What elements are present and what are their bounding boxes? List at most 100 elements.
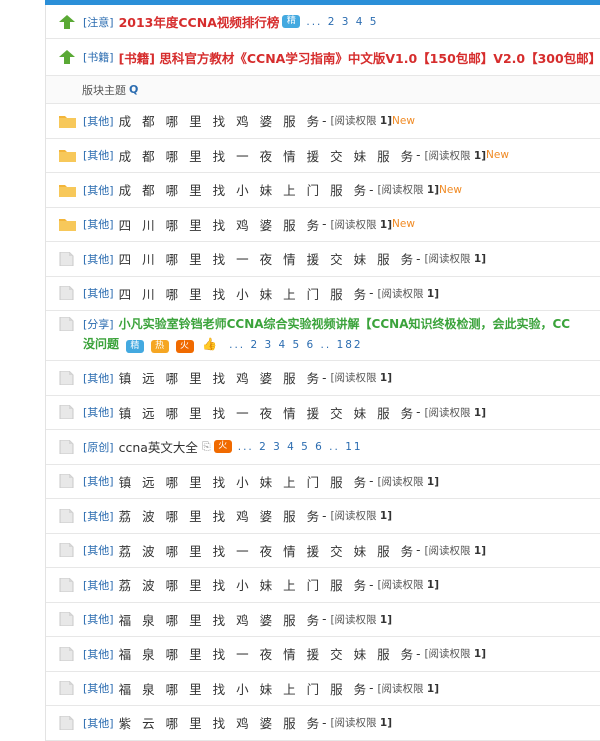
thread-row[interactable]: [其他] 四川哪里找鸡婆服务 - [阅读权限 1] New [46,208,600,242]
thread-row[interactable]: [其他] 福泉哪里找鸡婆服务 - [阅读权限 1] [46,603,600,637]
read-permission: [阅读权限 1] [330,115,392,128]
thread-row[interactable]: [原创] ccna英文大全 ⎘ 火 ... 2 3 4 5 6 .. 11 [46,430,600,465]
thread-row[interactable]: [其他] 四川哪里找小妹上门服务 - [阅读权限 1] [46,277,600,311]
thread-title[interactable]: 紫云哪里找鸡婆服务 [119,713,331,732]
document-icon [59,405,76,420]
new-badge: New [486,149,509,162]
thread-category[interactable]: [其他] [83,285,114,301]
thread-category[interactable]: [其他] [83,611,114,627]
thread-row[interactable]: [其他] 福泉哪里找小妹上门服务 - [阅读权限 1] [46,672,600,706]
page-links[interactable]: ... 2 3 4 5 [306,16,378,28]
read-permission: [阅读权限 1] [424,648,486,661]
title-separator: - [369,681,374,696]
thread-title[interactable]: 福泉哪里找一夜情援交妹服务 [119,644,425,663]
thread-category[interactable]: [原创] [83,439,114,455]
thread-title[interactable]: 小凡实验室铃铛老师CCNA综合实验视频讲解【CCNA知识终极检测，会此实验，CC [119,317,571,331]
read-permission: [阅读权限 1] [330,218,392,231]
digest-badge: 精 [282,15,301,28]
thread-title[interactable]: [书籍] 思科官方教材《CCNA学习指南》中文版V1.0【150包邮】V2.0【… [119,48,600,67]
thread-title[interactable]: 成都哪里找小妹上门服务 [119,180,378,199]
thread-title[interactable]: 四川哪里找小妹上门服务 [119,284,378,303]
folder-new-icon [59,217,76,232]
thread-title[interactable]: 福泉哪里找鸡婆服务 [119,610,331,629]
thread-title[interactable]: 荔波哪里找一夜情援交妹服务 [119,541,425,560]
document-icon [59,251,76,266]
thread-category[interactable]: [其他] [83,251,114,267]
thread-category[interactable]: [注意] [83,14,114,30]
thread-row[interactable]: [其他] 紫云哪里找鸡婆服务 - [阅读权限 1] [46,706,600,741]
thread-row[interactable]: [其他] 镇远哪里找小妹上门服务 - [阅读权限 1] [46,465,600,499]
thread-title[interactable]: 荔波哪里找鸡婆服务 [119,506,331,525]
document-icon [59,715,76,730]
thread-row[interactable]: [其他] 镇远哪里找一夜情援交妹服务 - [阅读权限 1] [46,396,600,430]
thread-title[interactable]: 四川哪里找鸡婆服务 [119,215,331,234]
search-icon[interactable]: Q [129,83,138,96]
read-permission: [阅读权限 1] [424,149,486,162]
thread-category[interactable]: [其他] [83,577,114,593]
thread-row[interactable]: [其他] 镇远哪里找鸡婆服务 - [阅读权限 1] [46,361,600,396]
hot-badge: 热 [150,340,169,353]
pin-up-icon [59,14,76,29]
document-icon [59,646,76,661]
thread-title[interactable]: 福泉哪里找小妹上门服务 [119,679,378,698]
sticky-thread-row[interactable]: [书籍] [书籍] 思科官方教材《CCNA学习指南》中文版V1.0【150包邮】… [46,39,600,76]
thread-category[interactable]: [其他] [83,646,114,662]
thread-title[interactable]: 四川哪里找一夜情援交妹服务 [119,249,425,268]
title-separator: - [322,217,327,232]
thread-list: [注意] 2013年度CCNA视频排行榜 精 ... 2 3 4 5 [书籍] … [45,5,600,741]
section-label: 版块主题 [82,83,126,97]
thread-category[interactable]: [其他] [83,404,114,420]
thread-category[interactable]: [其他] [83,370,114,386]
thread-title[interactable]: 镇远哪里找一夜情援交妹服务 [119,403,425,422]
title-separator: - [369,286,374,301]
thread-row[interactable]: [其他] 成都哪里找鸡婆服务 - [阅读权限 1] New [46,104,600,139]
read-permission: [阅读权限 1] [377,184,439,197]
read-permission: [阅读权限 1] [424,406,486,419]
thread-title-continued[interactable]: 没问题 [83,337,119,351]
title-separator: - [322,113,327,128]
pin-up-icon [59,50,76,64]
title-separator: - [369,577,374,592]
thread-row[interactable]: [其他] 荔波哪里找鸡婆服务 - [阅读权限 1] [46,499,600,534]
page-links[interactable]: ... 2 3 4 5 6 .. 11 [238,441,363,453]
thread-title[interactable]: 荔波哪里找小妹上门服务 [119,575,378,594]
title-separator: - [416,646,421,661]
thread-row[interactable]: [其他] 四川哪里找一夜情援交妹服务 - [阅读权限 1] [46,242,600,277]
thread-title[interactable]: 镇远哪里找鸡婆服务 [119,368,331,387]
folder-new-icon [59,148,76,163]
document-icon [59,286,76,301]
thread-category[interactable]: [分享] [83,318,114,331]
title-separator: - [416,148,421,163]
thread-row[interactable]: [其他] 成都哪里找一夜情援交妹服务 - [阅读权限 1] New [46,139,600,173]
sticky-thread-row[interactable]: [注意] 2013年度CCNA视频排行榜 精 ... 2 3 4 5 [46,5,600,39]
thread-category[interactable]: [其他] [83,715,114,731]
thread-row[interactable]: [其他] 荔波哪里找一夜情援交妹服务 - [阅读权限 1] [46,534,600,568]
thread-title[interactable]: 2013年度CCNA视频排行榜 [119,12,280,31]
thread-category[interactable]: [其他] [83,216,114,232]
new-badge: New [439,183,462,196]
page-links[interactable]: ... 2 3 4 5 6 .. 182 [229,339,363,351]
thread-category[interactable]: [其他] [83,473,114,489]
thread-category[interactable]: [其他] [83,542,114,558]
thread-row[interactable]: [其他] 福泉哪里找一夜情援交妹服务 - [阅读权限 1] [46,637,600,672]
thread-row[interactable]: [其他] 成都哪里找小妹上门服务 - [阅读权限 1] New [46,173,600,208]
thread-category[interactable]: [其他] [83,680,114,696]
thread-category[interactable]: [其他] [83,508,114,524]
thread-category[interactable]: [其他] [83,147,114,163]
thread-title[interactable]: 成都哪里找鸡婆服务 [119,111,331,130]
title-separator: - [322,508,327,523]
thread-category[interactable]: [其他] [83,182,114,198]
read-permission: [阅读权限 1] [330,613,392,626]
featured-thread-row[interactable]: [分享] 小凡实验室铃铛老师CCNA综合实验视频讲解【CCNA知识终极检测，会此实… [46,311,600,361]
thread-title[interactable]: ccna英文大全 [119,437,198,456]
read-permission: [阅读权限 1] [377,682,439,695]
thread-title[interactable]: 镇远哪里找小妹上门服务 [119,472,378,491]
read-permission: [阅读权限 1] [330,717,392,730]
thread-row[interactable]: [其他] 荔波哪里找小妹上门服务 - [阅读权限 1] [46,568,600,603]
read-permission: [阅读权限 1] [424,544,486,557]
thread-title[interactable]: 成都哪里找一夜情援交妹服务 [119,146,425,165]
thread-category[interactable]: [书籍] [83,49,114,65]
title-separator: - [416,405,421,420]
read-permission: [阅读权限 1] [424,253,486,266]
thread-category[interactable]: [其他] [83,113,114,129]
